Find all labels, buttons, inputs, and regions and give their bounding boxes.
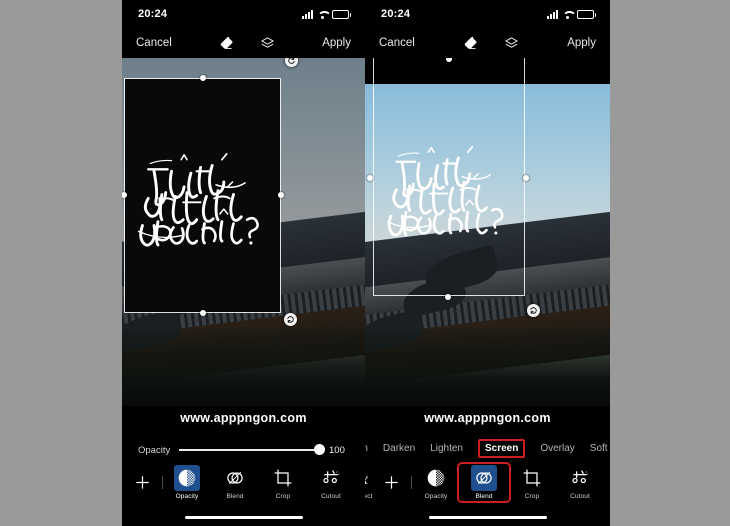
tool-blend[interactable]: Blend — [457, 461, 511, 503]
battery-icon — [577, 9, 596, 19]
wifi-icon — [562, 10, 573, 19]
watermark-right: www.apppngon.com — [424, 411, 551, 425]
tool-cutout[interactable]: Cutout — [556, 465, 604, 500]
status-indicators — [302, 9, 351, 19]
opacity-value: 100 — [329, 444, 345, 456]
home-indicator — [428, 515, 547, 519]
eraser-icon[interactable] — [463, 36, 478, 51]
tool-crop-label: Crop — [524, 492, 540, 500]
blend-mode-row: rn Darken Lighten Screen Overlay Soft Li… — [365, 437, 610, 459]
cancel-button[interactable]: Cancel — [379, 37, 415, 49]
battery-icon — [332, 9, 351, 19]
blend-icon — [471, 464, 497, 491]
layers-icon[interactable] — [260, 36, 275, 51]
tool-row-left: Opacity Blend Crop Cutout — [122, 460, 365, 504]
blend-mode-darken[interactable]: Darken — [383, 443, 415, 454]
cancel-button[interactable]: Cancel — [136, 37, 172, 49]
home-indicator — [184, 515, 303, 519]
editor-nav-bar: Cancel Apply — [122, 28, 365, 58]
nav-tool-group — [172, 36, 322, 51]
screenshot-stage: 20:24 Cancel Apply www.apppngon.com Opac… — [0, 0, 730, 526]
phone-screenshot-right: 20:24 Cancel Apply www.apppngon.com n Da… — [365, 0, 610, 526]
opacity-icon — [174, 464, 200, 491]
resize-handle-left[interactable] — [367, 175, 373, 181]
resize-handle-top[interactable] — [200, 75, 206, 81]
control-strip-right: rn Darken Lighten Screen Overlay Soft Li… — [365, 430, 610, 526]
tool-blend-label: Blend — [226, 492, 244, 500]
add-layer-button[interactable] — [371, 474, 411, 491]
crop-icon — [270, 465, 296, 491]
opacity-label: Opacity — [138, 444, 171, 456]
opacity-icon — [423, 465, 449, 491]
blend-icon — [222, 465, 248, 491]
tool-crop[interactable]: Crop — [508, 465, 556, 500]
tool-opacity[interactable]: Opacity — [163, 464, 211, 500]
overlay-layer[interactable] — [373, 58, 525, 296]
overlay-black-fill — [125, 79, 280, 312]
blend-mode-burn[interactable]: rn — [365, 443, 368, 454]
blend-mode-overlay[interactable]: Overlay — [540, 443, 574, 454]
cellular-bars-icon — [547, 9, 558, 19]
nav-tool-group — [415, 36, 567, 51]
status-clock: 20:24 — [138, 8, 168, 20]
tool-blend-label: Blend — [475, 492, 493, 500]
resize-handle-right[interactable] — [523, 175, 529, 181]
blend-mode-soft-light[interactable]: Soft Light — [590, 443, 610, 454]
opacity-slider-knob[interactable] — [314, 444, 325, 456]
tool-cutout-label: Cutout — [570, 492, 590, 500]
status-indicators — [547, 9, 596, 19]
tool-crop[interactable]: Crop — [259, 465, 307, 500]
editor-canvas-left[interactable] — [122, 58, 365, 406]
cutout-icon — [567, 465, 593, 491]
tool-effect[interactable]: fx Effect — [355, 465, 365, 500]
opacity-slider-row[interactable]: Opacity 100 — [122, 438, 365, 462]
tool-opacity-label: Opacity — [175, 492, 199, 500]
rotate-handle-bottom[interactable] — [527, 304, 540, 317]
tool-blend[interactable]: Blend — [211, 465, 259, 500]
tool-cutout[interactable]: Cutout — [307, 465, 355, 500]
tool-row-right: fx Effect Opacity — [365, 460, 610, 504]
tool-effect-partial-label: Effect — [365, 492, 373, 500]
resize-handle-right[interactable] — [278, 192, 284, 198]
resize-handle-bottom[interactable] — [200, 310, 206, 316]
cellular-bars-icon — [302, 9, 313, 19]
layers-icon[interactable] — [504, 36, 519, 51]
editor-canvas-right[interactable] — [365, 58, 610, 406]
tool-crop-label: Crop — [275, 492, 291, 500]
svg-text:fx: fx — [365, 470, 368, 487]
eraser-icon[interactable] — [219, 36, 234, 51]
overlay-layer[interactable] — [124, 78, 281, 313]
status-clock: 20:24 — [381, 8, 411, 20]
cutout-icon — [318, 465, 344, 491]
calligraphy-artwork — [374, 79, 524, 295]
opacity-slider-track[interactable] — [179, 444, 325, 456]
wifi-icon — [317, 10, 328, 19]
rotate-handle-bottom[interactable] — [284, 313, 297, 326]
tool-opacity-label: Opacity — [424, 492, 448, 500]
add-layer-button[interactable] — [122, 474, 162, 491]
watermark-left: www.apppngon.com — [180, 411, 307, 425]
tool-effect[interactable]: fx Effect — [604, 465, 610, 500]
status-bar: 20:24 — [365, 0, 610, 28]
tool-cutout-label: Cutout — [321, 492, 341, 500]
resize-handle-bottom[interactable] — [445, 294, 451, 300]
crop-icon — [519, 465, 545, 491]
status-bar: 20:24 — [122, 0, 365, 28]
apply-button[interactable]: Apply — [322, 37, 351, 49]
blend-mode-lighten[interactable]: Lighten — [430, 443, 463, 454]
control-strip-left: Opacity 100 Opacity Blend Crop Cutout — [122, 430, 365, 526]
tool-opacity[interactable]: Opacity — [412, 465, 460, 500]
apply-button[interactable]: Apply — [567, 37, 596, 49]
blend-mode-screen[interactable]: Screen — [477, 438, 526, 458]
phone-screenshot-left: 20:24 Cancel Apply www.apppngon.com Opac… — [122, 0, 365, 526]
editor-nav-bar: Cancel Apply — [365, 28, 610, 58]
